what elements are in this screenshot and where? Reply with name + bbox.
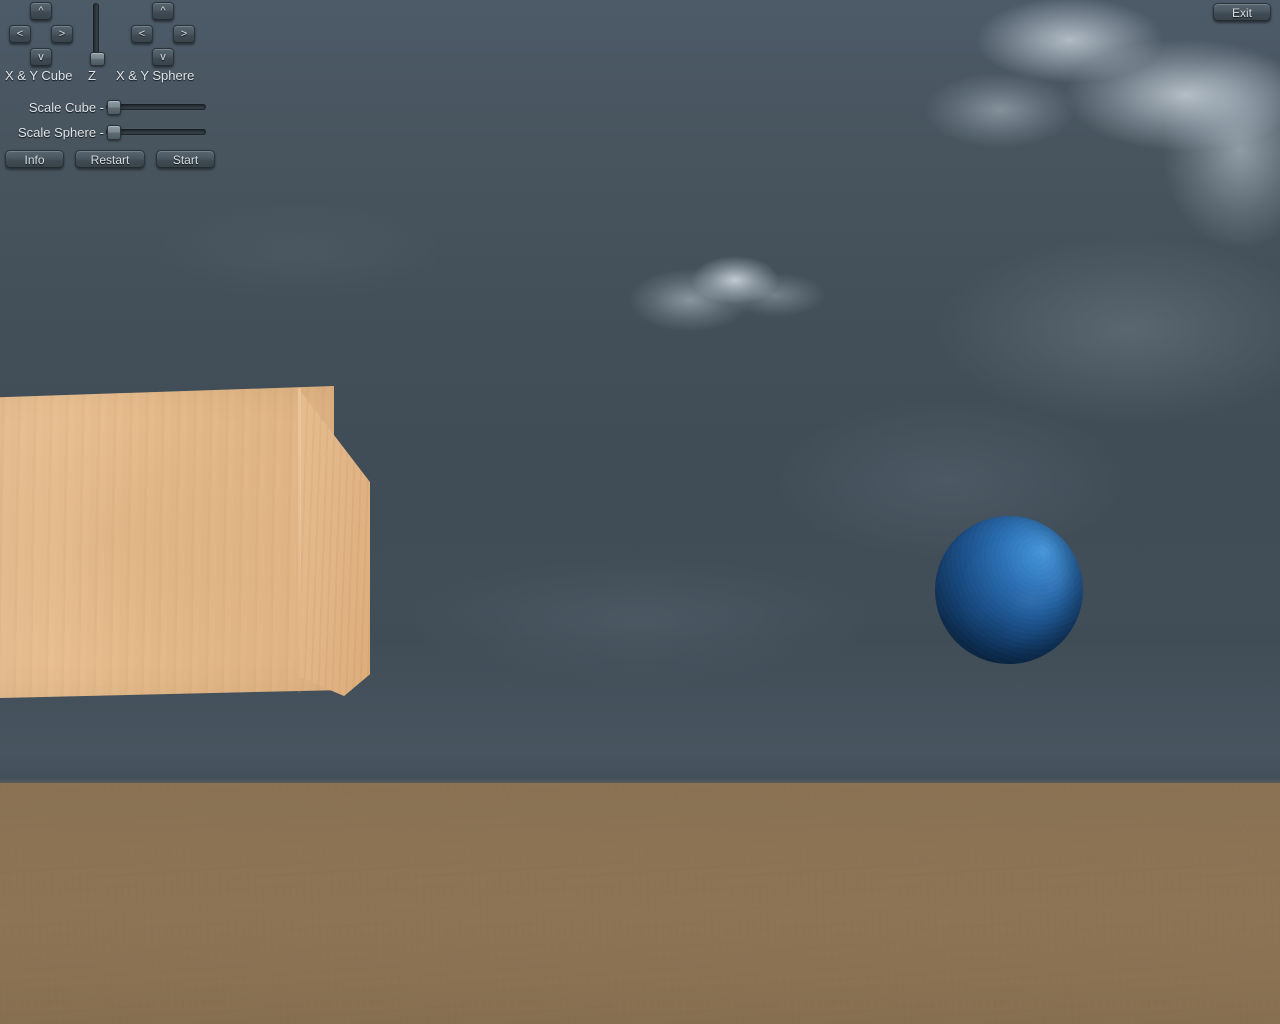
cube-move-up-button[interactable]: ^ [30, 2, 52, 21]
ground-plane [0, 783, 1280, 1024]
cube-right-face [300, 390, 370, 696]
sphere-object[interactable] [935, 516, 1083, 664]
scale-cube-row: Scale Cube - [0, 98, 212, 116]
action-button-row: Info Restart Start [5, 150, 215, 169]
dpad-cube: ^ < > v [6, 2, 76, 68]
scale-sphere-row: Scale Sphere - [0, 123, 212, 141]
scale-sphere-label: Scale Sphere - [18, 124, 104, 140]
scale-sphere-slider-track[interactable] [106, 129, 206, 135]
cube-front-face [0, 386, 334, 698]
scale-cube-label: Scale Cube - [28, 99, 104, 115]
exit-button[interactable]: Exit [1213, 3, 1271, 22]
scale-cube-slider[interactable] [106, 100, 206, 115]
z-axis-label: Z [88, 68, 96, 83]
dpad-sphere: ^ < > v [128, 2, 198, 68]
cube-move-right-button[interactable]: > [51, 25, 73, 44]
application-window: ^ < > v ^ < > v X & Y Cube Z X & Y Spher… [0, 0, 1280, 1024]
z-axis-slider-thumb[interactable] [90, 52, 105, 66]
cube-move-down-button[interactable]: v [30, 48, 52, 67]
cube-front-shading [0, 386, 334, 698]
dpad-cube-label: X & Y Cube [5, 68, 73, 83]
sphere-move-down-button[interactable]: v [152, 48, 174, 67]
scale-cube-slider-thumb[interactable] [107, 100, 121, 115]
scale-cube-slider-track[interactable] [106, 104, 206, 110]
info-button[interactable]: Info [5, 150, 64, 169]
sphere-move-left-button[interactable]: < [131, 25, 153, 44]
cube-move-left-button[interactable]: < [9, 25, 31, 44]
sphere-rim-shading [935, 516, 1083, 664]
cube-vertical-edge [298, 388, 301, 693]
control-panel: ^ < > v ^ < > v X & Y Cube Z X & Y Spher… [0, 0, 215, 176]
start-button[interactable]: Start [156, 150, 215, 169]
horizon-line [0, 779, 1280, 783]
restart-button[interactable]: Restart [75, 150, 145, 169]
z-axis-slider[interactable] [90, 3, 105, 66]
ground-texture [0, 783, 1280, 1024]
sphere-move-up-button[interactable]: ^ [152, 2, 174, 21]
dpad-sphere-label: X & Y Sphere [116, 68, 195, 83]
sphere-move-right-button[interactable]: > [173, 25, 195, 44]
scale-sphere-slider-thumb[interactable] [107, 125, 121, 140]
scale-sphere-slider[interactable] [106, 125, 206, 140]
cube-object[interactable] [0, 386, 410, 716]
